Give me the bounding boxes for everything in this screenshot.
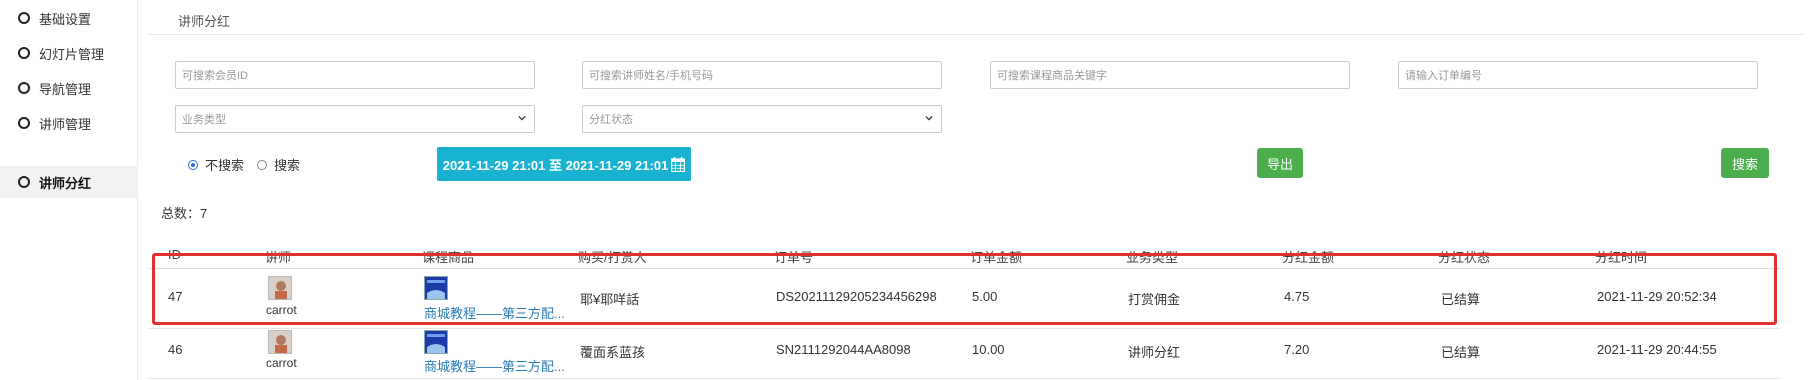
divider xyxy=(148,328,1780,329)
divider xyxy=(148,34,1804,35)
search-button[interactable]: 搜索 xyxy=(1721,148,1769,178)
cell-buyer: 覆面系蓝孩 xyxy=(580,345,646,360)
course-link[interactable]: 商城教程——第三方配... xyxy=(424,356,565,375)
date-range-label: 2021-11-29 21:01 至 2021-11-29 21:01 xyxy=(442,157,669,173)
dividend-status-select[interactable]: 分红状态 xyxy=(582,105,942,133)
sidebar-item-navigation[interactable]: 导航管理 xyxy=(0,72,137,104)
radio-search-label: 搜索 xyxy=(274,158,301,173)
radio-unselected-icon xyxy=(257,159,267,170)
cell-type: 讲师分红 xyxy=(1128,345,1181,360)
teacher-search-input[interactable]: 可搜索讲师姓名/手机号码 xyxy=(582,61,942,89)
business-type-selected: 业务类型 xyxy=(182,114,226,126)
divider xyxy=(148,378,1780,379)
export-button[interactable]: 导出 xyxy=(1257,148,1303,178)
business-type-select[interactable]: 业务类型 xyxy=(175,105,535,133)
total-value: 7 xyxy=(200,206,208,221)
cell-order-no: SN2111292044AA8098 xyxy=(776,342,911,357)
sidebar-item-label: 导航管理 xyxy=(39,81,92,97)
radio-no-search[interactable]: 不搜索 xyxy=(188,155,244,174)
cell-status: 已结算 xyxy=(1441,345,1481,360)
member-id-input[interactable]: 可搜索会员ID xyxy=(175,61,535,89)
total-count: 总数：7 xyxy=(161,203,207,222)
radio-selected-icon xyxy=(188,159,198,170)
sidebar-item-basic-settings[interactable]: 基础设置 xyxy=(0,2,137,34)
circle-icon xyxy=(18,82,30,94)
sidebar-item-teacher-dividend[interactable]: 讲师分红 xyxy=(0,166,137,198)
sidebar-item-slides[interactable]: 幻灯片管理 xyxy=(0,37,137,69)
sidebar-item-teachers[interactable]: 讲师管理 xyxy=(0,107,137,139)
circle-icon xyxy=(18,176,30,188)
cell-id: 46 xyxy=(168,342,183,357)
highlight-box xyxy=(152,253,1777,325)
sidebar-item-label: 基础设置 xyxy=(39,11,92,27)
circle-icon xyxy=(18,47,30,59)
date-range-button[interactable]: 2021-11-29 21:01 至 2021-11-29 21:01 xyxy=(437,147,691,181)
cell-dividend: 7.20 xyxy=(1284,342,1310,357)
calendar-icon xyxy=(671,156,686,172)
course-thumbnail[interactable] xyxy=(424,330,448,354)
sidebar-item-label: 讲师管理 xyxy=(39,116,92,132)
avatar xyxy=(268,330,292,354)
cell-teacher-name: carrot xyxy=(266,356,297,370)
radio-search[interactable]: 搜索 xyxy=(257,155,300,174)
course-search-input[interactable]: 可搜索课程商品关键字 xyxy=(990,61,1350,89)
total-label: 总数： xyxy=(161,206,201,221)
page-title: 讲师分红 xyxy=(178,14,231,29)
circle-icon xyxy=(18,12,30,24)
chevron-down-icon xyxy=(518,115,526,121)
radio-no-search-label: 不搜索 xyxy=(205,158,245,173)
cell-amount: 10.00 xyxy=(972,342,1005,357)
sidebar-item-label: 讲师分红 xyxy=(39,175,92,191)
chevron-down-icon xyxy=(925,115,933,121)
cell-time: 2021-11-29 20:44:55 xyxy=(1597,342,1717,357)
order-number-input[interactable]: 请输入订单编号 xyxy=(1398,61,1758,89)
dividend-status-selected: 分红状态 xyxy=(589,114,633,126)
sidebar: 基础设置 幻灯片管理 导航管理 讲师管理 讲师分红 xyxy=(0,0,138,380)
sidebar-item-label: 幻灯片管理 xyxy=(39,46,105,62)
circle-icon xyxy=(18,117,30,129)
